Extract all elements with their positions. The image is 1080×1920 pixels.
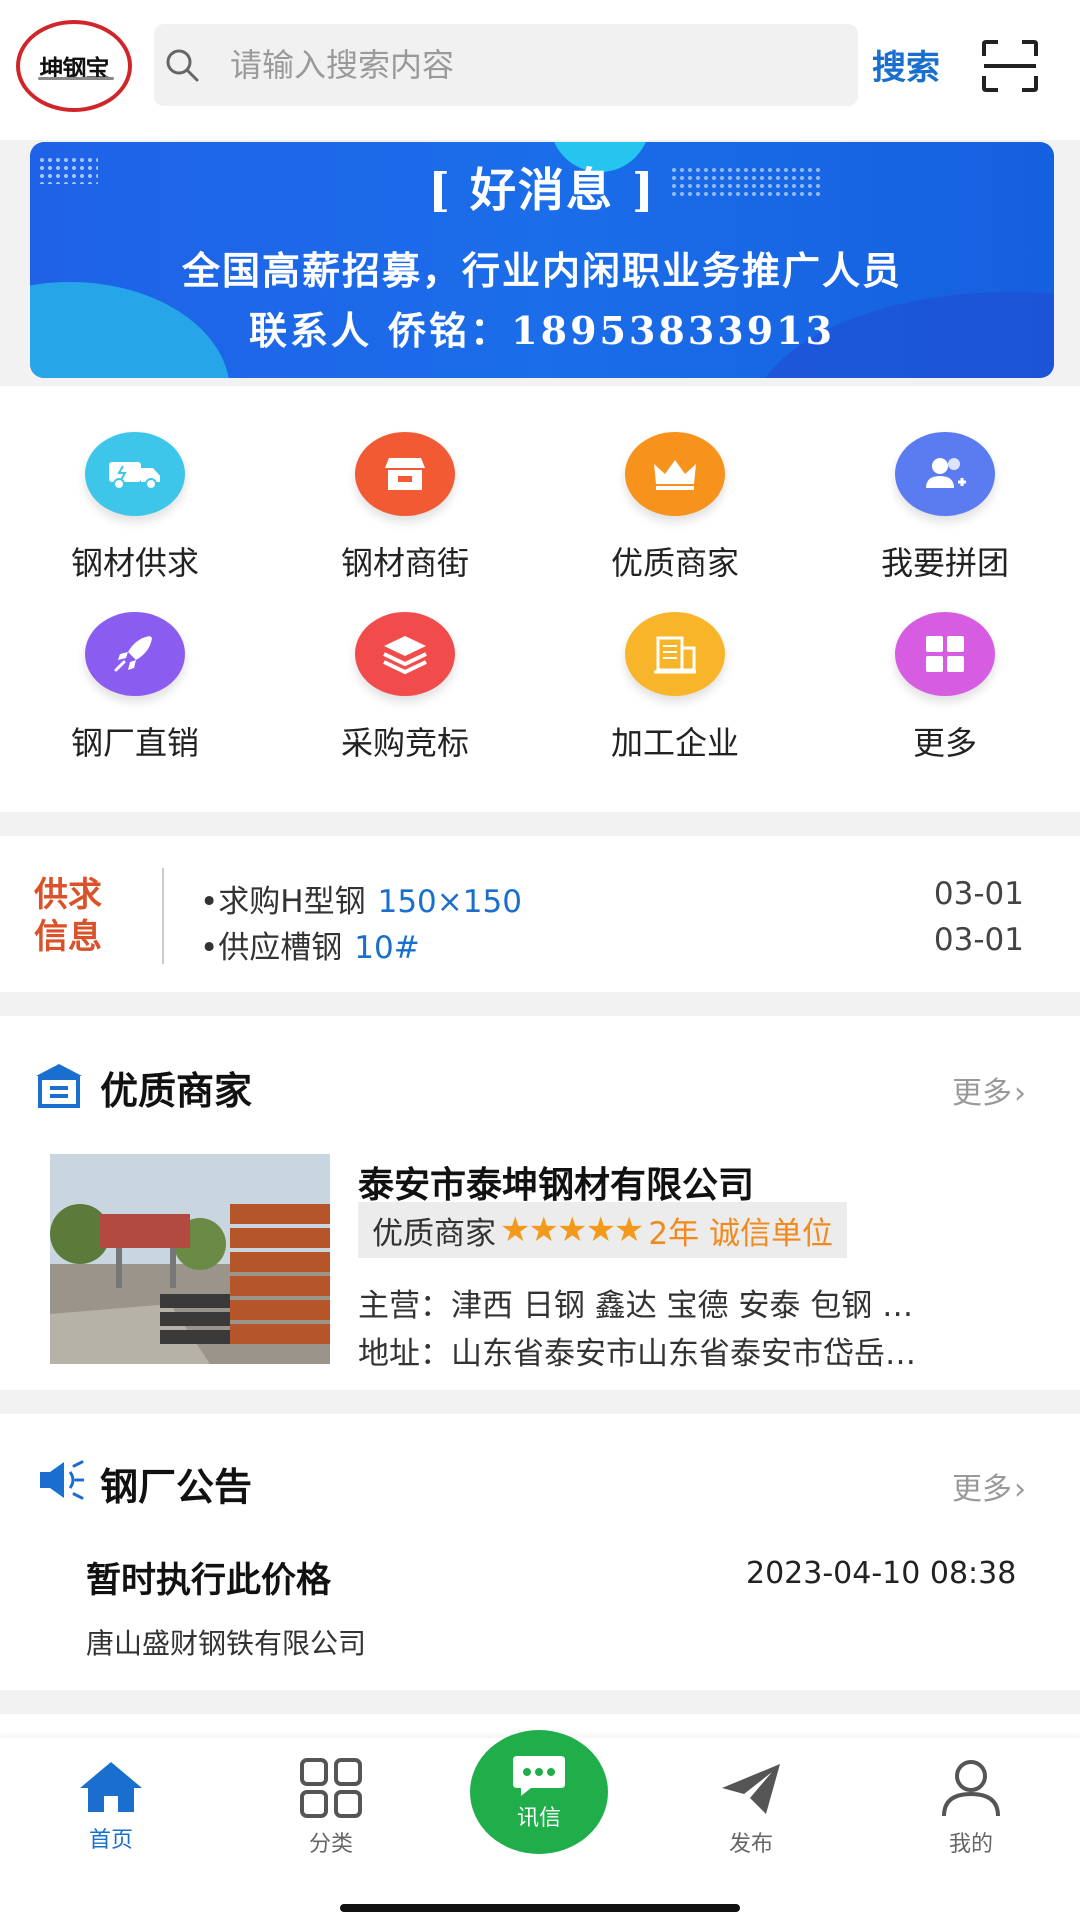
chevron-right-icon: › [1014, 1076, 1026, 1111]
grid-item-quality-merchants[interactable]: 优质商家 [540, 432, 810, 602]
divider [162, 868, 164, 964]
nav-chat[interactable]: 讯信 [470, 1730, 608, 1854]
nav-profile[interactable]: 我的 [906, 1758, 1036, 1878]
more-link[interactable]: 更多› [952, 1068, 1026, 1112]
notice-company: 唐山盛财钢铁有限公司 [86, 1627, 367, 1660]
search-icon [166, 49, 199, 82]
grid-label: 钢厂直销 [70, 724, 199, 762]
supply-item[interactable]: •求购H型钢 150×150 03-01 [200, 876, 1040, 921]
grid-item-bidding[interactable]: 采购竞标 [270, 612, 540, 782]
scan-icon[interactable] [982, 40, 1038, 92]
section-title: 钢厂公告 [100, 1465, 253, 1509]
merchant-badge: 优质商家 ★★★★★ 2年 诚信单位 [358, 1202, 847, 1258]
grid-item-mill-direct[interactable]: 钢厂直销 [0, 612, 270, 782]
banner-container: [ 好消息 ] 全国高薪招募，行业内闲职业务推广人员 联系人 侨铭：189538… [0, 140, 1080, 380]
nav-publish[interactable]: 发布 [686, 1758, 816, 1878]
building-icon [625, 612, 725, 696]
quality-merchants-section: 优质商家 更多› 泰安市泰坤钢材有限公司 优质商家 ★★★★★ 2年 诚信单位 … [0, 1016, 1080, 1390]
grid-item-steel-supply[interactable]: 钢材供求 [0, 432, 270, 602]
merchant-name[interactable]: 泰安市泰坤钢材有限公司 [358, 1156, 754, 1208]
grid-label: 更多 [912, 724, 977, 762]
search-bar[interactable] [154, 24, 858, 106]
rocket-icon [85, 612, 185, 696]
category-grid: 钢材供求 钢材商街 优质商家 我要拼团 钢厂直销 采购竞标 加工企业 更多 [0, 386, 1080, 812]
section-title: 优质商家 [100, 1069, 253, 1113]
grid-label: 加工企业 [610, 724, 739, 762]
grid-label: 钢材供求 [70, 544, 199, 582]
grid-label: 我要拼团 [880, 544, 1009, 582]
bottom-navigation: 首页 分类 讯信 发布 我的 [0, 1730, 1080, 1920]
speaker-icon [40, 1460, 84, 1500]
grid-item-steel-street[interactable]: 钢材商街 [270, 432, 540, 602]
home-indicator [340, 1904, 740, 1912]
banner-title: [ 好消息 ] [428, 163, 656, 217]
grid-label: 钢材商街 [340, 544, 469, 582]
store-icon [36, 1064, 82, 1108]
layers-icon [355, 612, 455, 696]
chevron-right-icon: › [1014, 1472, 1026, 1507]
mill-notices-section: 钢厂公告 更多› 暂时执行此价格 2023-04-10 08:38 唐山盛财钢铁… [0, 1414, 1080, 1690]
supply-date: 03-01 [933, 876, 1024, 912]
merchant-address: 地址：山东省泰安市山东省泰安市岱岳… [358, 1336, 916, 1372]
logo-text: 坤钢宝 [39, 53, 110, 83]
category-icon [300, 1758, 362, 1818]
merchant-photo[interactable] [50, 1154, 330, 1364]
nav-category[interactable]: 分类 [266, 1758, 396, 1878]
grid-item-more[interactable]: 更多 [810, 612, 1080, 782]
banner-line2: 联系人 侨铭：18953833913 [248, 308, 836, 353]
supply-date: 03-01 [933, 922, 1024, 958]
grid-label: 采购竞标 [340, 724, 469, 762]
app-logo[interactable]: 坤钢宝 [16, 20, 132, 112]
shop-icon [355, 432, 455, 516]
paper-plane-icon [722, 1764, 780, 1814]
supply-demand-ticker[interactable]: 供求 信息 •求购H型钢 150×150 03-01 •供应槽钢 10# 03-01 [0, 836, 1080, 992]
promo-banner[interactable]: [ 好消息 ] 全国高薪招募，行业内闲职业务推广人员 联系人 侨铭：189538… [30, 142, 1054, 378]
nav-home[interactable]: 首页 [46, 1758, 176, 1878]
grid-item-processing[interactable]: 加工企业 [540, 612, 810, 782]
top-header: 坤钢宝 搜索 [0, 0, 1080, 140]
users-icon [895, 432, 995, 516]
notice-time: 2023-04-10 08:38 [746, 1556, 1017, 1591]
more-link[interactable]: 更多› [952, 1464, 1026, 1508]
grid-label: 优质商家 [610, 544, 739, 582]
grid-item-group-buy[interactable]: 我要拼团 [810, 432, 1080, 602]
crown-icon [625, 432, 725, 516]
notice-title[interactable]: 暂时执行此价格 [86, 1552, 331, 1603]
supply-tag: 供求 信息 [34, 875, 102, 957]
supply-item[interactable]: •供应槽钢 10# 03-01 [200, 922, 1040, 967]
home-icon [80, 1762, 142, 1812]
user-icon [942, 1760, 1000, 1817]
grid-more-icon [895, 612, 995, 696]
chat-icon [513, 1756, 565, 1796]
search-button[interactable]: 搜索 [872, 40, 940, 89]
search-input[interactable] [230, 46, 830, 84]
star-rating: ★★★★★ [500, 1210, 644, 1250]
banner-line1: 全国高薪招募，行业内闲职业务推广人员 [181, 248, 902, 293]
truck-icon [85, 432, 185, 516]
merchant-main-business: 主营：津西 日钢 鑫达 宝德 安泰 包钢 … [358, 1288, 914, 1324]
